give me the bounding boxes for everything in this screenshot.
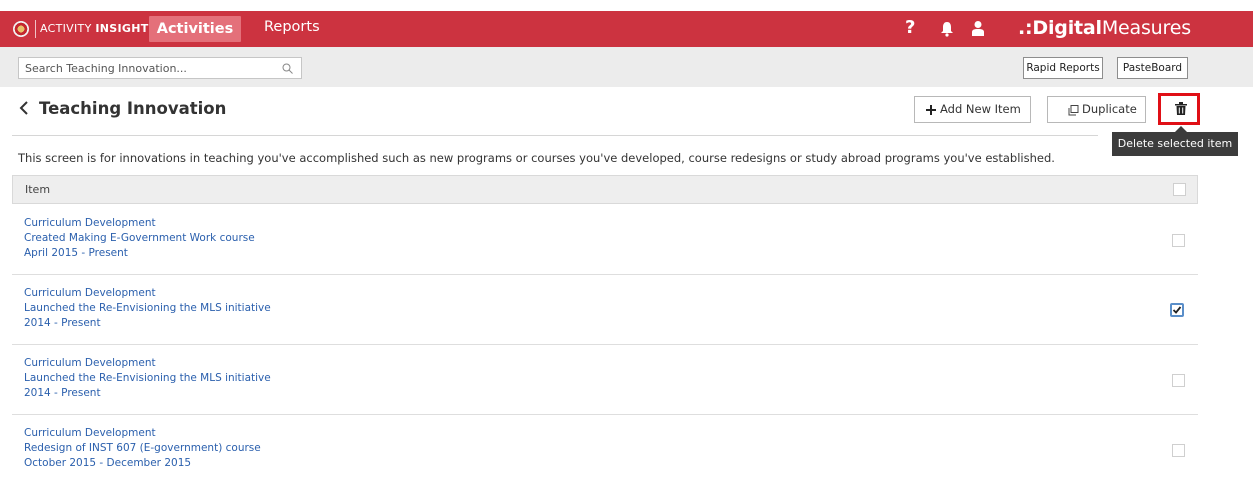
rapid-reports-button[interactable]: Rapid Reports xyxy=(1023,57,1103,79)
search-placeholder: Search Teaching Innovation... xyxy=(25,62,187,75)
user-icon[interactable] xyxy=(971,20,985,36)
row-category-link[interactable]: Curriculum Development xyxy=(24,427,156,439)
duplicate-icon xyxy=(1068,105,1079,116)
plus-icon xyxy=(926,105,936,115)
row-checkbox[interactable] xyxy=(1172,374,1185,387)
row-dates-link[interactable]: 2014 - Present xyxy=(24,317,101,329)
delete-button[interactable] xyxy=(1158,93,1200,125)
search-toolbar: Search Teaching Innovation... Rapid Repo… xyxy=(0,47,1253,87)
duplicate-label: Duplicate xyxy=(1082,102,1137,116)
column-header-item: Item xyxy=(25,183,51,196)
digital-measures-logo: .:DigitalMeasures xyxy=(1018,17,1191,39)
page-description: This screen is for innovations in teachi… xyxy=(18,151,1055,165)
row-title-link[interactable]: Created Making E-Government Work course xyxy=(24,232,255,244)
search-icon[interactable] xyxy=(282,63,293,74)
add-new-item-label: Add New Item xyxy=(940,102,1021,116)
logo-dots: .: xyxy=(1018,17,1033,39)
brand-bold-text: INSIGHT xyxy=(95,22,149,35)
bell-icon[interactable] xyxy=(940,21,954,37)
brand-divider xyxy=(35,20,36,38)
row-category-link[interactable]: Curriculum Development xyxy=(24,357,156,369)
logo-light-text: Measures xyxy=(1101,17,1191,39)
logo-bold-text: Digital xyxy=(1032,17,1102,39)
table-header: Item xyxy=(12,175,1198,204)
row-title-link[interactable]: Launched the Re-Envisioning the MLS init… xyxy=(24,372,271,384)
help-icon[interactable]: ? xyxy=(905,17,915,38)
table-row[interactable]: Curriculum Development Launched the Re-E… xyxy=(12,345,1198,415)
row-dates-link[interactable]: 2014 - Present xyxy=(24,387,101,399)
tab-activities[interactable]: Activities xyxy=(149,16,241,42)
table-row[interactable]: Curriculum Development Created Making E-… xyxy=(12,205,1198,275)
top-navigation-bar: ACTIVITY INSIGHT Activities Reports ? .:… xyxy=(0,11,1253,47)
row-checkbox-checked[interactable] xyxy=(1170,303,1184,317)
table-row[interactable]: Curriculum Development Redesign of INST … xyxy=(12,415,1198,485)
row-checkbox[interactable] xyxy=(1172,234,1185,247)
page-title: Teaching Innovation xyxy=(39,99,227,118)
tab-reports[interactable]: Reports xyxy=(264,19,320,35)
checkmark-icon xyxy=(1172,306,1182,314)
table-row[interactable]: Curriculum Development Launched the Re-E… xyxy=(12,275,1198,345)
row-title-link[interactable]: Launched the Re-Envisioning the MLS init… xyxy=(24,302,271,314)
search-input[interactable]: Search Teaching Innovation... xyxy=(18,57,302,79)
activity-insight-brand[interactable]: ACTIVITY INSIGHT xyxy=(40,22,149,35)
row-title-link[interactable]: Redesign of INST 607 (E-government) cour… xyxy=(24,442,261,454)
delete-tooltip: Delete selected item xyxy=(1112,126,1238,156)
row-category-link[interactable]: Curriculum Development xyxy=(24,287,156,299)
university-seal-icon[interactable] xyxy=(13,21,29,37)
divider xyxy=(12,135,1098,136)
add-new-item-button[interactable]: Add New Item xyxy=(914,96,1031,123)
row-dates-link[interactable]: October 2015 - December 2015 xyxy=(24,457,191,469)
trash-icon xyxy=(1175,102,1187,115)
back-chevron-icon[interactable] xyxy=(18,100,30,116)
pasteboard-button[interactable]: PasteBoard xyxy=(1117,57,1188,79)
select-all-checkbox[interactable] xyxy=(1173,183,1186,196)
brand-light-text: ACTIVITY xyxy=(40,22,92,35)
row-checkbox[interactable] xyxy=(1172,444,1185,457)
row-category-link[interactable]: Curriculum Development xyxy=(24,217,156,229)
duplicate-button[interactable]: Duplicate xyxy=(1047,96,1146,123)
row-dates-link[interactable]: April 2015 - Present xyxy=(24,247,128,259)
